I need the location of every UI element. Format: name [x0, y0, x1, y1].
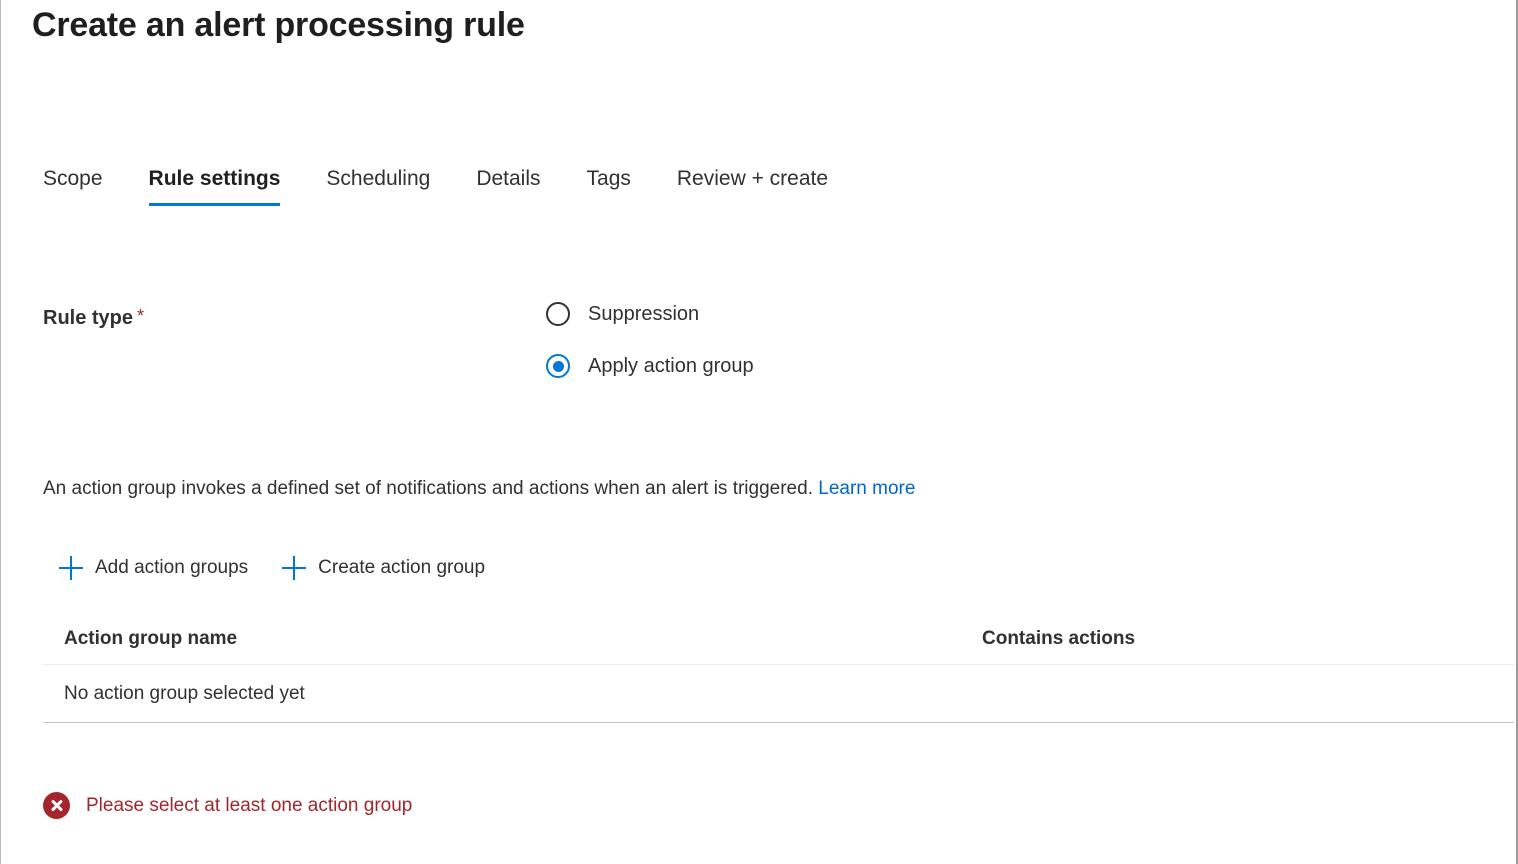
radio-label-suppression: Suppression — [588, 303, 699, 326]
error-circle-x-icon — [43, 792, 70, 819]
tab-scope[interactable]: Scope — [43, 166, 103, 206]
tab-tags[interactable]: Tags — [587, 166, 631, 206]
plus-icon — [282, 556, 306, 580]
add-action-groups-button[interactable]: Add action groups — [59, 556, 248, 580]
page-title: Create an alert processing rule — [32, 6, 525, 45]
action-group-commandbar: Add action groups Create action group — [59, 556, 485, 580]
action-group-description: An action group invokes a defined set of… — [43, 478, 915, 500]
grid-header-row: Action group name Contains actions — [43, 628, 1514, 664]
wizard-tabs: Scope Rule settings Scheduling Details T… — [43, 166, 828, 206]
table-row: No action group selected yet — [43, 664, 1514, 723]
validation-message-text: Please select at least one action group — [86, 795, 412, 817]
validation-message: Please select at least one action group — [43, 792, 412, 819]
plus-icon — [59, 556, 83, 580]
description-text: An action group invokes a defined set of… — [43, 478, 813, 499]
tab-details[interactable]: Details — [476, 166, 540, 206]
tab-scheduling[interactable]: Scheduling — [326, 166, 430, 206]
radio-label-apply-action-group: Apply action group — [588, 355, 754, 378]
rule-type-label: Rule type* — [43, 306, 144, 330]
radio-unselected-icon[interactable] — [546, 302, 570, 326]
rule-type-radio-group: Suppression Apply action group — [546, 294, 754, 386]
action-groups-grid: Action group name Contains actions No ac… — [43, 628, 1514, 723]
create-action-group-button[interactable]: Create action group — [282, 556, 485, 580]
rule-type-label-text: Rule type — [43, 307, 133, 329]
create-action-group-label: Create action group — [318, 557, 485, 579]
tab-review-create[interactable]: Review + create — [677, 166, 828, 206]
add-action-groups-label: Add action groups — [95, 557, 248, 579]
empty-state-text: No action group selected yet — [43, 683, 305, 705]
column-header-contains-actions: Contains actions — [982, 628, 1514, 650]
learn-more-link[interactable]: Learn more — [818, 478, 915, 499]
column-header-action-group-name: Action group name — [43, 628, 982, 650]
radio-option-suppression[interactable]: Suppression — [546, 294, 754, 334]
radio-selected-icon[interactable] — [546, 354, 570, 378]
tab-rule-settings[interactable]: Rule settings — [149, 166, 281, 206]
create-alert-processing-rule-blade: Create an alert processing rule Scope Ru… — [0, 0, 1518, 864]
radio-option-apply-action-group[interactable]: Apply action group — [546, 346, 754, 386]
required-asterisk: * — [137, 306, 144, 326]
